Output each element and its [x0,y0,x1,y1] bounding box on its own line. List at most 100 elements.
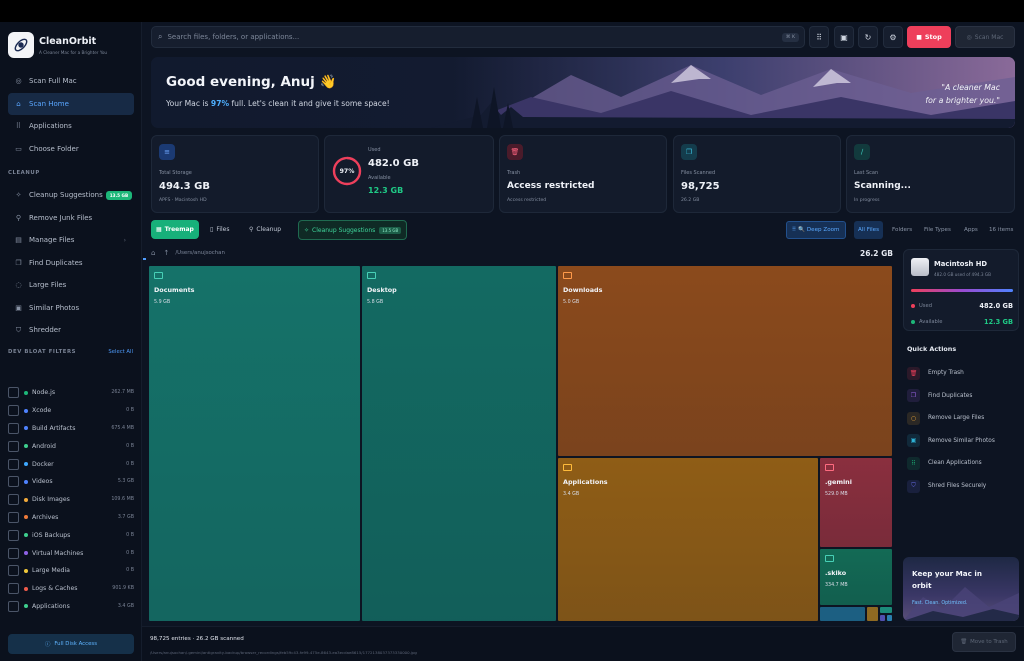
dev-filter-row[interactable]: Applications 3.4 GB [8,598,134,616]
nav-label: Choose Folder [29,144,79,153]
treemap-cell-small[interactable] [879,606,893,614]
deep-zoom-button[interactable]: ⠿ 🔍 Deep Zoom [786,221,846,239]
filter-label: Node.js [32,389,56,397]
stat-sub: In progress [854,198,880,203]
nav-manage-files[interactable]: ▤ Manage Files › [8,229,134,251]
sparkle-icon: ✧ [15,191,22,199]
last-scan-card: ∕ Last Scan Scanning... In progress [846,135,1015,213]
trash-icon: 🗑 [960,639,968,645]
tab-cleanup-suggestions[interactable]: ✧ Cleanup Suggestions 13.5 GB [298,220,408,240]
stat-value: 482.0 GB [368,158,419,169]
scan-mac-button[interactable]: ◎ Scan Mac [955,26,1015,48]
nav-remove-junk[interactable]: ⚲ Remove Junk Files [8,207,134,229]
dev-filter-row[interactable]: Logs & Caches 901.9 KB [8,580,134,598]
available-value: 12.3 GB [368,186,404,195]
nav-find-duplicates[interactable]: ❐ Find Duplicates [8,252,134,274]
dev-filter-row[interactable]: Disk Images 109.6 MB [8,491,134,509]
filter-checkbox[interactable] [8,440,19,452]
dev-filter-row[interactable]: Large Media 0 B [8,562,134,580]
filter-checkbox[interactable] [8,547,19,559]
treemap-cell-gemini[interactable]: .gemini 529.0 MB [819,457,893,548]
filter-file-types[interactable]: File Types [920,221,955,239]
dev-filter-row[interactable]: Archives 3.7 GB [8,509,134,527]
folder-icon [367,272,376,279]
treemap-cell-small[interactable] [879,614,886,622]
quick-action-remove-large-files[interactable]: ○ Remove Large Files [907,411,984,425]
treemap-cell-desktop[interactable]: Desktop 5.8 GB [361,265,557,622]
grid-view-button[interactable]: ⠿ [809,26,829,48]
treemap-cell-applications[interactable]: Applications 3.4 GB [557,457,819,622]
move-to-trash-button[interactable]: 🗑 Move to Trash [952,632,1016,652]
refresh-button[interactable]: ↻ [858,26,878,48]
current-file-path: /Users/anujsochan/.gemini/antigravity-ba… [150,650,417,655]
filter-checkbox[interactable] [8,494,19,506]
dev-filter-row[interactable]: Build Artifacts 675.4 MB [8,420,134,438]
filter-checkbox[interactable] [8,458,19,470]
filter-checkbox[interactable] [8,422,19,434]
nav-label: Scan Home [29,99,69,108]
quick-action-empty-trash[interactable]: 🗑 Empty Trash [907,366,964,380]
filter-checkbox[interactable] [8,529,19,541]
nav-cleanup-suggestions[interactable]: ✧ Cleanup Suggestions 13.5 GB [8,184,134,206]
filter-apps[interactable]: Apps [960,221,982,239]
filter-checkbox[interactable] [8,565,19,577]
settings-button[interactable]: ⚙ [883,26,903,48]
stat-label: Last Scan [854,170,879,176]
total-storage-card: ≡ Total Storage 494.3 GB APFS · Macintos… [151,135,319,213]
treemap-cell-documents[interactable]: Documents 5.9 GB [148,265,361,622]
home-icon[interactable]: ⌂ [151,249,155,257]
folder-icon [825,555,834,562]
home-icon: ⌂ [16,99,21,108]
nav-applications[interactable]: ⠿ Applications [8,115,134,137]
disk-available-label: Available [919,319,943,325]
quick-action-find-duplicates[interactable]: ❐ Find Duplicates [907,389,972,403]
nav-scan-home[interactable]: ⌂ Scan Home [8,92,134,115]
filter-checkbox[interactable] [8,583,19,595]
tab-label: Files [216,226,230,233]
dev-filter-row[interactable]: Docker 0 B [8,455,134,473]
screenshot-button[interactable]: ▣ [834,26,854,48]
dev-filter-row[interactable]: Xcode 0 B [8,402,134,420]
dev-filter-row[interactable]: Videos 5.3 GB [8,473,134,491]
nav-scan-full-mac[interactable]: ◎ Scan Full Mac [8,70,134,92]
treemap-cell-downloads[interactable]: Downloads 5.0 GB [557,265,893,457]
up-arrow-icon[interactable]: ↑ [163,249,169,257]
cleanup-section-label: CLEANUP [8,170,40,176]
dev-filter-row[interactable]: iOS Backups 0 B [8,526,134,544]
treemap-cell-small[interactable] [886,614,893,622]
tab-treemap[interactable]: ▦ Treemap [151,220,199,239]
dev-filter-row[interactable]: Android 0 B [8,437,134,455]
nav-large-files[interactable]: ◌ Large Files [8,274,134,296]
disk-used-label: Used [919,303,932,309]
dev-filter-row[interactable]: Virtual Machines 0 B [8,544,134,562]
stop-button[interactable]: ■ Stop [907,26,951,48]
filter-all-files[interactable]: All Files [854,221,883,239]
filter-folders[interactable]: Folders [888,221,916,239]
treemap-cell-small[interactable] [866,606,879,622]
quick-action-shred-files-securely[interactable]: ⛉ Shred Files Securely [907,479,986,493]
radar-icon: ◎ [15,77,22,85]
tab-files[interactable]: ▯ Files [205,220,234,239]
filter-checkbox[interactable] [8,511,19,523]
nav-shredder[interactable]: ⛉ Shredder [8,319,134,341]
filter-checkbox[interactable] [8,600,19,612]
filter-label: Android [32,442,56,450]
grid-icon: ⠿ [15,122,22,130]
search-input[interactable] [167,33,748,41]
tab-cleanup[interactable]: ⚲ Cleanup [244,220,286,239]
nav-similar-photos[interactable]: ▣ Similar Photos [8,297,134,319]
disk-usage-text: 482.0 GB used of 494.3 GB [934,272,991,277]
filter-checkbox[interactable] [8,387,19,399]
full-disk-label: Full Disk Access [54,641,98,647]
dev-filter-row[interactable]: Node.js 262.7 MB [8,384,134,402]
treemap-cell-small[interactable] [819,606,866,622]
select-all-link[interactable]: Select All [108,349,133,355]
quick-action-clean-applications[interactable]: ⠿ Clean Applications [907,456,982,470]
filter-checkbox[interactable] [8,405,19,417]
nav-choose-folder[interactable]: ▭ Choose Folder [8,138,134,160]
quick-action-remove-similar-photos[interactable]: ▣ Remove Similar Photos [907,434,995,448]
full-disk-access-button[interactable]: ⓘ Full Disk Access [8,634,134,654]
shield-icon: ⛉ [907,479,920,493]
treemap-cell-skiko[interactable]: .skiko 334.7 MB [819,548,893,606]
filter-checkbox[interactable] [8,476,19,488]
